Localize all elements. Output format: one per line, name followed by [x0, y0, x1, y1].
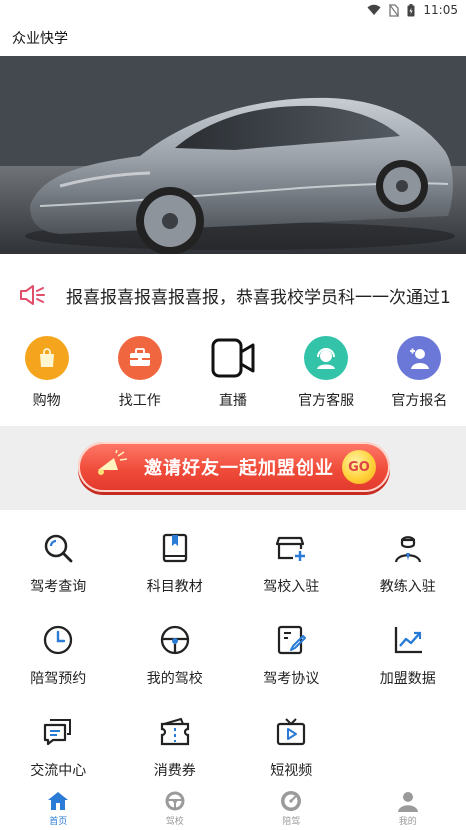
service-coach-join[interactable]: 教练入驻: [350, 522, 466, 614]
go-badge-label: GO: [348, 459, 370, 475]
service-label: 我的驾校: [146, 671, 203, 687]
coach-icon: [394, 536, 421, 563]
no-sim-icon: [389, 3, 400, 17]
service-accompany-booking[interactable]: 陪驾预约: [0, 614, 117, 706]
banner-car-image: [0, 56, 466, 254]
service-short-video[interactable]: 短视频: [233, 706, 350, 798]
service-textbook[interactable]: 科目教材: [117, 522, 234, 614]
tab-driving-school[interactable]: 驾校: [117, 786, 234, 830]
service-label: 教练入驻: [379, 579, 436, 595]
service-exam-query[interactable]: 驾考查询: [0, 522, 117, 614]
quick-action-label: 找工作: [118, 393, 161, 409]
quick-action-label: 官方客服: [298, 393, 355, 409]
service-label: 驾考协议: [263, 671, 320, 687]
tab-label: 陪驾: [282, 816, 301, 827]
clock-icon: [44, 625, 73, 655]
service-community[interactable]: 交流中心: [0, 706, 117, 798]
app-header: 众业快学: [0, 20, 466, 56]
service-school-join[interactable]: 驾校入驻: [233, 522, 350, 614]
service-franchise-data[interactable]: 加盟数据: [350, 614, 466, 706]
banner-carousel[interactable]: [0, 56, 466, 254]
quick-action-register[interactable]: 官方报名: [373, 336, 466, 416]
tab-label: 驾校: [165, 816, 184, 827]
service-agreement[interactable]: 驾考协议: [233, 614, 350, 706]
quick-action-label: 官方报名: [391, 393, 448, 409]
speaker-icon: [20, 285, 45, 305]
tv-icon: [277, 718, 306, 746]
quick-action-jobs[interactable]: 找工作: [93, 336, 186, 416]
tab-profile[interactable]: 我的: [350, 786, 466, 830]
tab-home[interactable]: 首页: [0, 786, 117, 830]
megaphone-icon: [98, 450, 128, 475]
steering-wheel-icon: [165, 791, 185, 810]
service-label: 驾考查询: [30, 579, 87, 595]
service-grid: 驾考查询 科目教材 驾校入驻 教练入驻 陪驾预约 我的驾校 驾考协议 加盟数据 …: [0, 522, 466, 798]
search-icon: [45, 534, 73, 563]
wifi-icon: [367, 4, 381, 15]
user-add-icon: [397, 336, 442, 380]
status-time: 11:05: [423, 3, 458, 17]
status-bar: 11:05: [0, 0, 466, 20]
quick-action-label: 购物: [32, 393, 61, 409]
service-label: 驾校入驻: [263, 579, 320, 595]
service-label: 加盟数据: [379, 671, 436, 687]
service-label: 短视频: [270, 763, 313, 779]
home-icon: [48, 791, 69, 810]
page-title: 众业快学: [12, 31, 68, 47]
service-label: 科目教材: [146, 579, 203, 595]
coupon-icon: [160, 717, 189, 746]
gauge-icon: [281, 790, 302, 811]
battery-icon: [407, 3, 415, 16]
shopping-bag-icon: [24, 336, 69, 380]
notice-text: 报喜报喜报喜报喜报，恭喜我校学员科一一次通过1: [66, 287, 451, 308]
go-badge: GO: [342, 450, 376, 484]
service-label: 交流中心: [30, 763, 87, 779]
chat-icon: [44, 719, 72, 746]
service-label: 消费券: [153, 763, 196, 779]
invite-label: 邀请好友一起加盟创业: [144, 458, 334, 479]
profile-icon: [397, 791, 418, 812]
tab-label: 首页: [49, 816, 68, 827]
invite-button[interactable]: 邀请好友一起加盟创业 GO: [78, 442, 390, 492]
steering-wheel-icon: [160, 625, 189, 655]
chart-icon: [394, 627, 422, 654]
document-edit-icon: [278, 625, 307, 655]
store-add-icon: [276, 536, 306, 561]
video-camera-icon: [211, 336, 255, 380]
service-coupon[interactable]: 消费券: [117, 706, 234, 798]
quick-action-label: 直播: [218, 393, 247, 409]
briefcase-icon: [117, 336, 162, 380]
tab-accompany[interactable]: 陪驾: [233, 786, 350, 830]
invite-section: 邀请好友一起加盟创业 GO: [0, 426, 466, 510]
tab-label: 我的: [398, 816, 417, 827]
customer-service-icon: [304, 336, 349, 380]
quick-actions: 购物 找工作 直播 官方客服 官方报名: [0, 336, 466, 416]
quick-action-live[interactable]: 直播: [186, 336, 279, 416]
book-icon: [162, 533, 187, 563]
notice-bar[interactable]: 报喜报喜报喜报喜报，恭喜我校学员科一一次通过1: [0, 270, 466, 320]
service-my-school[interactable]: 我的驾校: [117, 614, 234, 706]
bottom-tab-bar: 首页 驾校 陪驾 我的: [0, 786, 466, 830]
quick-action-support[interactable]: 官方客服: [280, 336, 373, 416]
service-label: 陪驾预约: [30, 671, 87, 687]
quick-action-shopping[interactable]: 购物: [0, 336, 93, 416]
